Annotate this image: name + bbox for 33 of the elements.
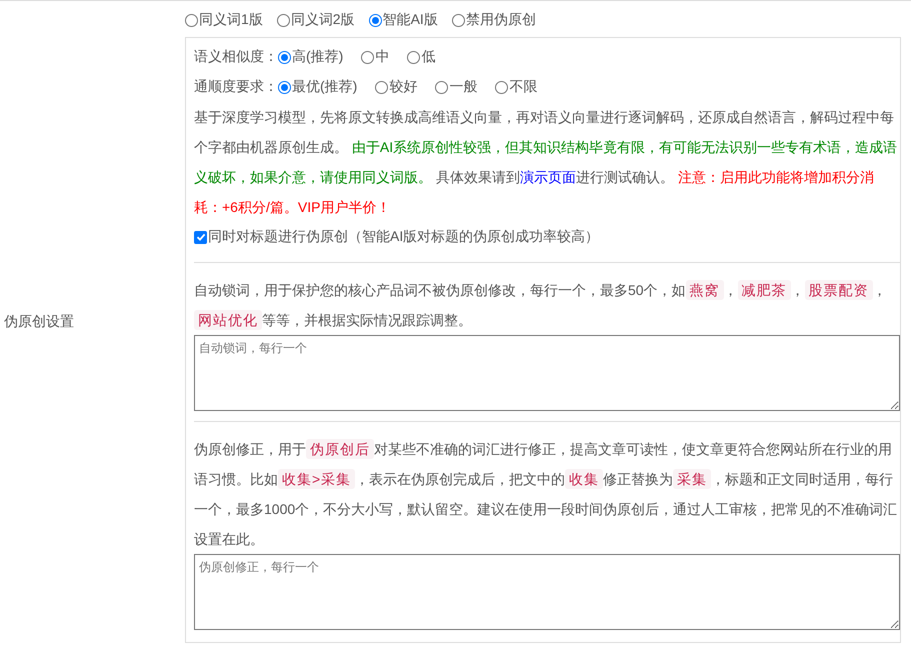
radio-option[interactable]: 最优(推荐)	[278, 78, 358, 96]
radio-option[interactable]: 同义词2版	[276, 11, 355, 29]
radio-button[interactable]	[361, 50, 374, 64]
demo-link[interactable]: 演示页面	[520, 169, 576, 185]
radio-option[interactable]: 同义词1版	[185, 11, 263, 29]
radio-button[interactable]	[452, 14, 465, 26]
corrections-field[interactable]: 伪原创修正，每行一个	[194, 554, 900, 630]
radio-button[interactable]	[278, 50, 291, 64]
radio-button[interactable]	[278, 80, 291, 94]
help-text: 自动锁词，用于保护您的核心产品词不被伪原创修改，每行一个，最多50个，如 燕窝 ， 减肥茶 ， 股票配资 ， 网站优化 等等，并根据实际情况跟踪调整。	[194, 279, 888, 332]
radio-option[interactable]: 智能AI版	[368, 11, 438, 29]
lock-words-field[interactable]: 自动锁词，每行一个	[194, 335, 900, 411]
radio-button[interactable]	[185, 14, 198, 26]
radio-button[interactable]	[276, 14, 290, 26]
help-text: 伪原创修正，用于 伪原创后 对某些不准确的词汇进行修正，提高文章可读性，使文章更符合您网站所在行业的用语习惯。比如 收集>采集 ，表示在伪原创完成后，把文中的 收集 修正替换为 采集 ，标题和正文同时适用，每行一个，最多1000个，不分大小写，默认留空。建议在使用一段时间伪原创后，通过人工审核，把常见的不准确词汇设置在此。	[194, 438, 898, 549]
section-label: 伪原创设置	[4, 313, 74, 331]
checkbox-option[interactable]: 同时对标题进行伪原创（智能AI版对标题的伪原创成功率较高）	[194, 222, 900, 252]
radio-option[interactable]: 低	[407, 48, 436, 66]
radio-button[interactable]	[368, 14, 382, 26]
radio-option[interactable]: 不限	[495, 78, 538, 96]
field-label: 语义相似度：	[194, 48, 278, 66]
radio-button[interactable]	[495, 80, 508, 94]
radio-option[interactable]: 高(推荐)	[278, 48, 344, 66]
radio-option[interactable]: 较好	[375, 78, 418, 96]
radio-button[interactable]	[375, 80, 388, 94]
radio-option[interactable]: 禁用伪原创	[452, 11, 536, 29]
radio-option[interactable]: 中	[361, 48, 390, 66]
checkbox[interactable]	[194, 230, 207, 244]
radio-option[interactable]: 一般	[435, 78, 478, 96]
radio-button[interactable]	[435, 80, 448, 94]
description-text: 基于深度学习模型，先将原文转换成高维语义向量，再对语义向量进行逐词解码，还原成自然语言，解码过程中每个字都由机器原创生成。 由于AI系统原创性较强，但其知识结构毕竟有限，有可能无法识别一些专有术语，造成语义破坏，如果介意，请使用同义词版。 具体效果请到演示页面进行测试确认。 注意：启用此功能将增加积分消耗：+6积分/篇。VIP用户半价！	[194, 108, 898, 217]
field-label: 通顺度要求：	[194, 78, 278, 96]
radio-button[interactable]	[407, 50, 420, 64]
